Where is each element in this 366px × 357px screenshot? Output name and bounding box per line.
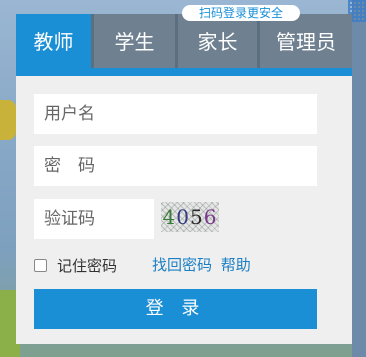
captcha-input[interactable]: 验证码 (34, 199, 154, 239)
role-tabs: 教师 学生 家长 管理员 (16, 14, 352, 68)
tab-underline (16, 68, 352, 76)
remember-password[interactable]: 记住密码 (34, 255, 117, 275)
remember-checkbox[interactable] (34, 258, 47, 272)
help-link[interactable]: 帮助 (221, 256, 251, 274)
login-panel: 教师 学生 家长 管理员 用户名 密 码 验证码 4056 记住密码 找回密码 … (16, 14, 352, 344)
qr-login-badge[interactable]: 扫码登录更安全 (182, 5, 300, 21)
tab-parent[interactable]: 家长 (178, 14, 260, 68)
captcha-image[interactable]: 4056 (161, 202, 219, 232)
login-button[interactable]: 登 录 (34, 289, 317, 329)
username-input[interactable]: 用户名 (34, 94, 317, 134)
background-leaf (0, 100, 16, 140)
tab-admin[interactable]: 管理员 (260, 14, 352, 68)
helper-links: 找回密码 帮助 (152, 255, 255, 275)
captcha-char: 0 (176, 205, 190, 229)
password-input[interactable]: 密 码 (34, 146, 317, 186)
tab-student[interactable]: 学生 (94, 14, 178, 68)
remember-label: 记住密码 (57, 256, 118, 275)
captcha-char: 4 (162, 205, 177, 229)
captcha-char: 5 (190, 205, 204, 229)
captcha-char: 6 (203, 205, 218, 229)
tab-teacher[interactable]: 教师 (16, 14, 94, 68)
background-edge (352, 0, 366, 357)
forgot-password-link[interactable]: 找回密码 (152, 256, 212, 274)
